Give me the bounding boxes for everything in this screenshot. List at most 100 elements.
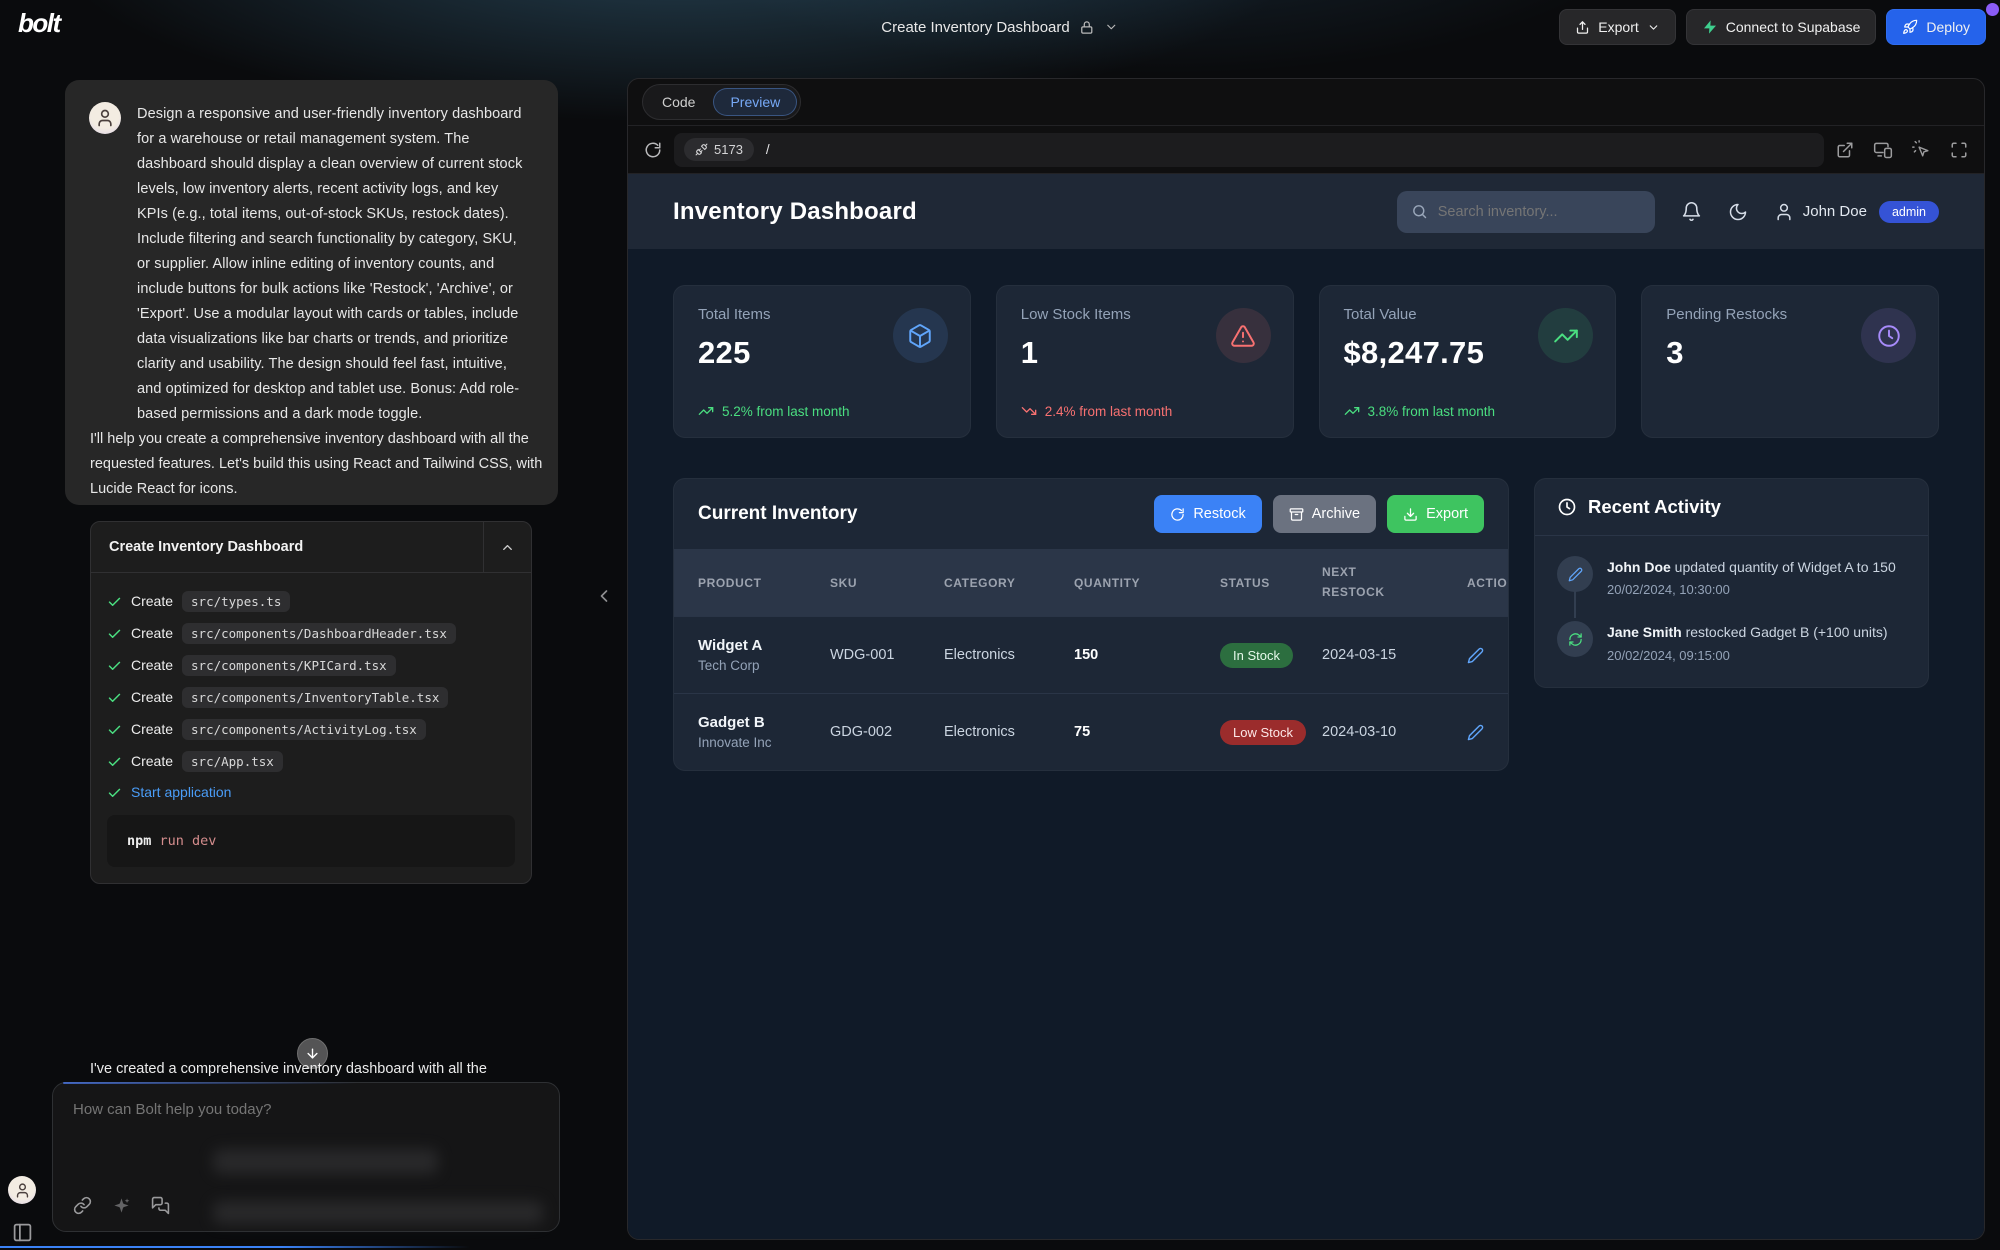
terminal-command-block: npm run dev <box>107 815 515 867</box>
export-inventory-button[interactable]: Export <box>1387 495 1484 533</box>
port-pill[interactable]: 5173 <box>684 138 754 161</box>
file-action: Create <box>131 753 173 769</box>
connect-supabase-button[interactable]: Connect to Supabase <box>1686 9 1877 45</box>
chat-input-box[interactable] <box>52 1082 560 1232</box>
product-category: Electronics <box>944 724 1074 740</box>
fullscreen-icon[interactable] <box>1950 141 1968 159</box>
restock-label: Restock <box>1193 506 1245 522</box>
lock-icon <box>1080 20 1095 35</box>
edit-pencil-icon[interactable] <box>1467 647 1484 664</box>
recent-activity-title: Recent Activity <box>1588 496 1721 518</box>
export-button[interactable]: Export <box>1559 9 1675 45</box>
edit-pencil-icon[interactable] <box>1467 724 1484 741</box>
account-avatar[interactable] <box>8 1176 36 1204</box>
bolt-logo[interactable]: bolt <box>18 8 60 39</box>
link-icon[interactable] <box>73 1196 92 1215</box>
file-action: Create <box>131 593 173 609</box>
export-inventory-label: Export <box>1426 506 1468 522</box>
archive-button[interactable]: Archive <box>1273 495 1376 533</box>
file-path-chip[interactable]: src/components/ActivityLog.tsx <box>182 719 426 740</box>
artifact-collapse-button[interactable] <box>483 522 531 572</box>
check-icon <box>107 722 122 737</box>
chat-mode-icon[interactable] <box>151 1196 170 1215</box>
chat-panel: Design a responsive and user-friendly in… <box>0 54 625 1250</box>
col-category: Category <box>944 576 1074 590</box>
activity-user: Jane Smith <box>1607 624 1682 640</box>
command-prefix: npm <box>127 833 151 849</box>
alert-triangle-icon <box>1216 308 1271 363</box>
chevron-down-icon <box>1647 21 1660 34</box>
product-supplier: Tech Corp <box>698 658 830 673</box>
open-external-icon[interactable] <box>1836 141 1854 159</box>
dashboard-header: Inventory Dashboard <box>628 174 1984 249</box>
file-path-chip[interactable]: src/App.tsx <box>182 751 283 772</box>
activity-user: John Doe <box>1607 559 1671 575</box>
col-product: Product <box>698 576 830 590</box>
clock-icon <box>1861 308 1916 363</box>
inventory-search-input[interactable] <box>1438 204 1641 220</box>
kpi-change-text: 5.2% from last month <box>722 404 850 419</box>
check-icon <box>107 785 122 800</box>
check-icon <box>107 690 122 705</box>
connect-supabase-label: Connect to Supabase <box>1726 19 1861 35</box>
product-quantity[interactable]: 150 <box>1074 647 1220 663</box>
file-path-chip[interactable]: src/components/DashboardHeader.tsx <box>182 623 456 644</box>
file-path-chip[interactable]: src/components/KPICard.tsx <box>182 655 396 676</box>
dark-mode-toggle-icon[interactable] <box>1728 202 1748 222</box>
file-create-row: Create src/components/DashboardHeader.ts… <box>107 617 515 649</box>
next-restock-date: 2024-03-15 <box>1322 647 1467 663</box>
kpi-card-pending-restocks: Pending Restocks 3 <box>1641 285 1939 438</box>
search-icon <box>1411 203 1428 220</box>
top-bar: bolt Create Inventory Dashboard Export <box>0 0 2000 54</box>
arrow-down-icon <box>305 1046 320 1061</box>
file-create-row: Create src/components/KPICard.tsx <box>107 649 515 681</box>
deploy-button[interactable]: Deploy <box>1886 9 1986 45</box>
project-title-menu[interactable]: Create Inventory Dashboard <box>881 0 1118 54</box>
kpi-change: 3.8% from last month <box>1344 403 1496 419</box>
tab-preview[interactable]: Preview <box>713 88 797 116</box>
activity-action: restocked Gadget B (+100 units) <box>1682 624 1888 640</box>
activity-action: updated quantity of Widget A to 150 <box>1671 559 1896 575</box>
product-quantity[interactable]: 75 <box>1074 724 1220 740</box>
address-bar[interactable]: 5173 / <box>674 133 1824 167</box>
sidebar-toggle-icon[interactable] <box>12 1222 33 1243</box>
chat-input-toolbar <box>73 1196 170 1215</box>
start-application-link[interactable]: Start application <box>107 777 515 807</box>
user-menu[interactable]: John Doe admin <box>1774 201 1939 223</box>
activity-time: 20/02/2024, 10:30:00 <box>1607 582 1896 597</box>
dashboard-body: Total Items 225 5.2% from last month <box>628 249 1984 771</box>
check-icon <box>107 626 122 641</box>
activity-item: John Doe updated quantity of Widget A to… <box>1557 556 1906 597</box>
redacted-content <box>213 1201 543 1224</box>
preview-url-bar: 5173 / <box>628 126 1984 174</box>
file-path-chip[interactable]: src/types.ts <box>182 591 290 612</box>
share-icon <box>1575 20 1590 35</box>
kpi-change-text: 2.4% from last month <box>1045 404 1173 419</box>
reload-icon[interactable] <box>644 141 662 159</box>
notifications-bell-icon[interactable] <box>1681 201 1702 222</box>
inspector-toggle-icon[interactable] <box>1912 140 1931 159</box>
inventory-row[interactable]: Widget A Tech Corp WDG-001 Electronics 1… <box>674 616 1508 693</box>
chat-input[interactable] <box>73 1101 539 1118</box>
rocket-icon <box>1902 19 1918 35</box>
preview-panel: Code Preview 5173 / <box>627 78 1985 1240</box>
bulk-actions: Restock Archive <box>1154 495 1484 533</box>
user-name: John Doe <box>1803 203 1867 220</box>
archive-icon <box>1289 507 1304 522</box>
inventory-row[interactable]: Gadget B Innovate Inc GDG-002 Electronic… <box>674 693 1508 770</box>
restock-button[interactable]: Restock <box>1154 495 1261 533</box>
product-name: Widget A <box>698 637 830 654</box>
col-next-restock: Next Restock <box>1322 563 1394 601</box>
sparkles-icon[interactable] <box>112 1196 131 1215</box>
product-name: Gadget B <box>698 714 830 731</box>
user-message-text: Design a responsive and user-friendly in… <box>137 102 532 483</box>
tab-code[interactable]: Code <box>646 89 711 115</box>
redacted-content <box>213 1149 438 1174</box>
inventory-search[interactable] <box>1397 191 1655 233</box>
device-preview-icon[interactable] <box>1873 140 1893 160</box>
file-path-chip[interactable]: src/components/InventoryTable.tsx <box>182 687 448 708</box>
collapse-chat-chevron[interactable] <box>594 586 614 606</box>
artifact-title: Create Inventory Dashboard <box>91 522 483 572</box>
col-quantity: Quantity <box>1074 576 1220 590</box>
kpi-row: Total Items 225 5.2% from last month <box>673 285 1939 438</box>
